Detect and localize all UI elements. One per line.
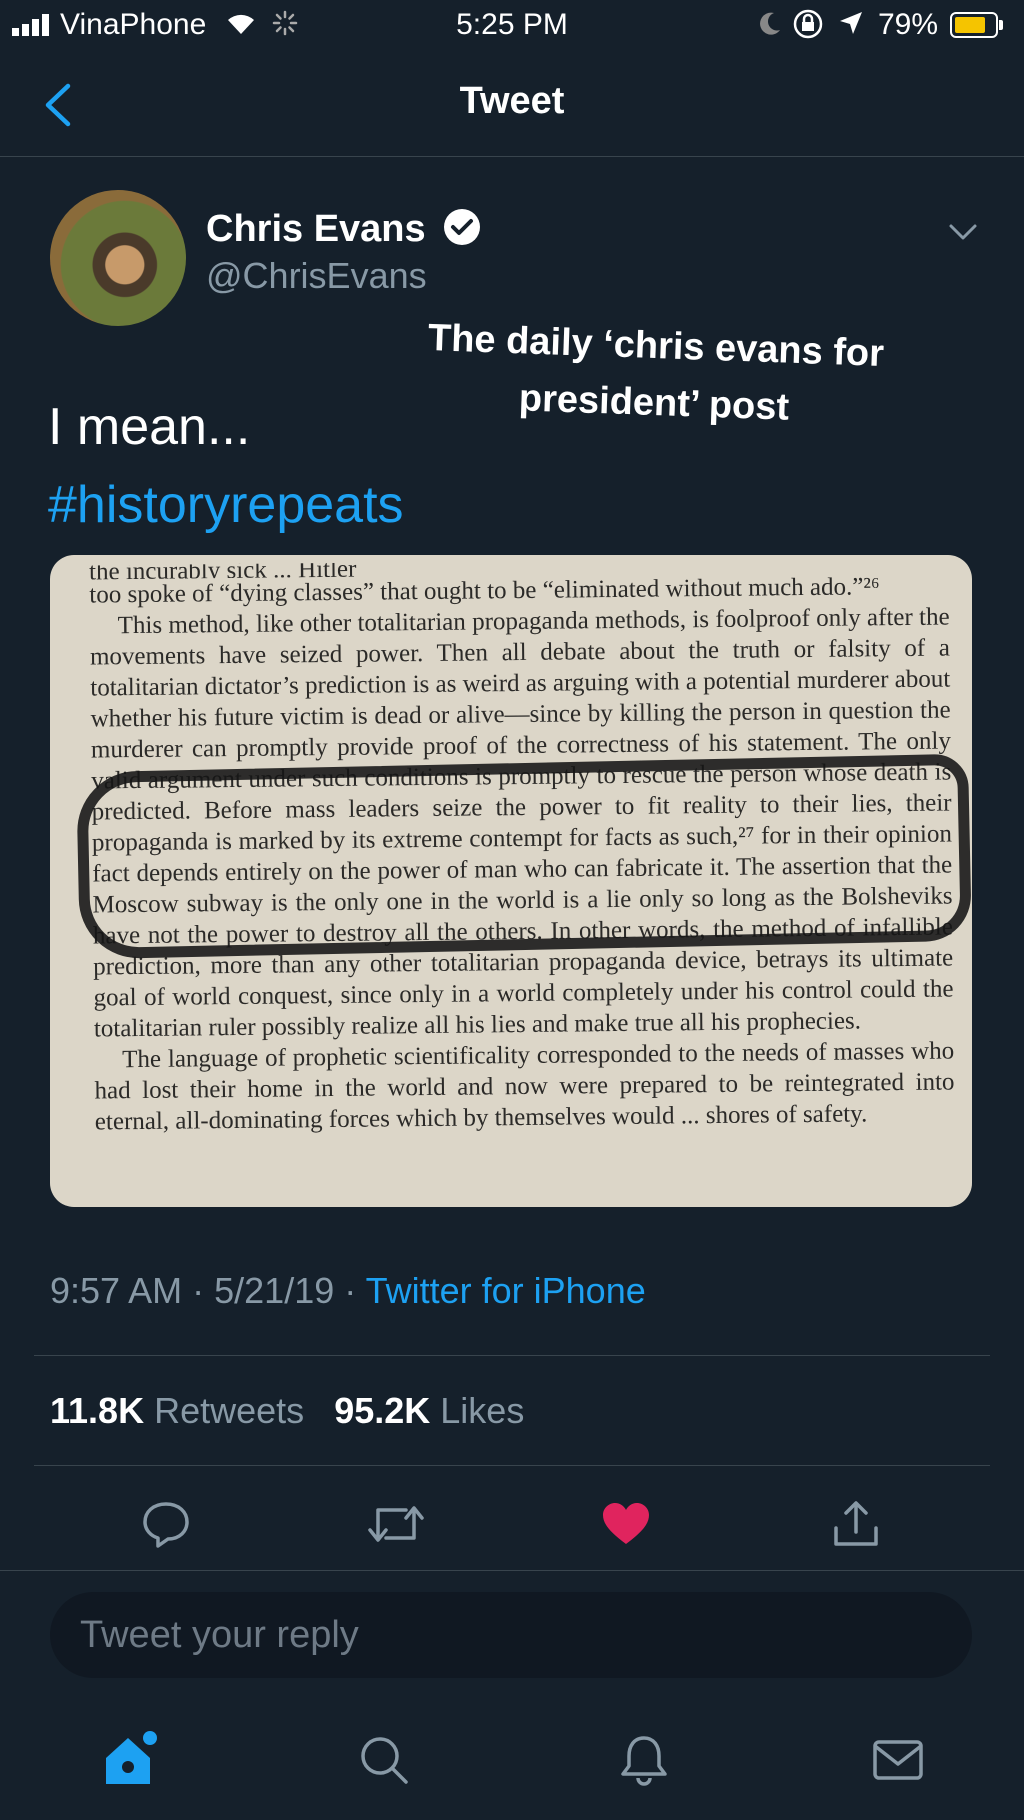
messages-icon [873,1740,923,1780]
reply-button[interactable] [134,1492,198,1556]
marker-circle [76,753,972,960]
reply-placeholder: Tweet your reply [80,1614,359,1656]
retweets-stat[interactable]: 11.8K Retweets [50,1390,304,1431]
tab-search[interactable] [352,1728,416,1792]
retweet-button[interactable] [364,1492,428,1556]
tweet-date: 5/21/19 [214,1270,335,1311]
home-icon [106,1731,157,1784]
tweet-meta: 9:57 AM · 5/21/19 · Twitter for iPhone [50,1270,646,1312]
verified-badge-icon [444,209,481,245]
tweet-source-link[interactable]: Twitter for iPhone [366,1270,646,1311]
moon-icon [760,12,780,35]
notifications-icon [621,1736,667,1786]
author-name-text: Chris Evans [206,208,426,250]
battery-icon [950,12,1003,38]
author-handle[interactable]: @ChrisEvans [206,255,427,297]
tweet-image[interactable]: the incurably sick ... Hitler too spoke … [50,555,972,1207]
search-icon [361,1737,408,1784]
tab-notifications[interactable] [612,1728,676,1792]
page-title: Tweet [459,80,565,122]
reply-icon [143,1502,189,1548]
tweet-text: I mean... [48,398,251,456]
location-arrow-icon [840,12,862,34]
tab-messages[interactable] [866,1728,930,1792]
likes-label: Likes [440,1390,525,1431]
author-name[interactable]: Chris Evans [206,207,482,251]
share-icon [834,1501,878,1546]
likes-count: 95.2K [334,1390,431,1431]
likes-stat[interactable]: 95.2K Likes [334,1390,524,1431]
share-button[interactable] [824,1492,888,1556]
status-bar: VinaPhone 5:25 PM 79% [0,0,1024,50]
retweet-icon [368,1506,424,1542]
tweet-body: I mean... #historyrepeats [48,388,404,544]
meta-separator-1: · [192,1270,205,1311]
divider [34,1465,990,1466]
retweets-count: 11.8K [50,1390,145,1431]
like-icon [603,1503,649,1544]
status-time: 5:25 PM [456,8,568,41]
tab-home[interactable] [98,1728,162,1792]
retweets-label: Retweets [154,1390,305,1431]
hashtag-link[interactable]: #historyrepeats [48,466,404,544]
rotation-lock-icon [793,9,823,39]
like-button[interactable] [594,1492,658,1556]
overlay-caption: The daily ‘chris evans for president’ po… [393,309,917,441]
nav-divider [0,156,1024,157]
meta-separator-2: · [344,1270,357,1311]
chevron-down-icon[interactable] [948,222,978,242]
divider [0,1570,1024,1571]
battery-percent: 79% [878,8,939,41]
avatar[interactable] [50,190,186,326]
tweet-stats: 11.8K Retweets 95.2K Likes [50,1390,524,1432]
book-paragraph-3: The language of prophetic scientificalit… [94,1037,955,1136]
divider [34,1355,990,1356]
tweet-time: 9:57 AM [50,1270,183,1311]
